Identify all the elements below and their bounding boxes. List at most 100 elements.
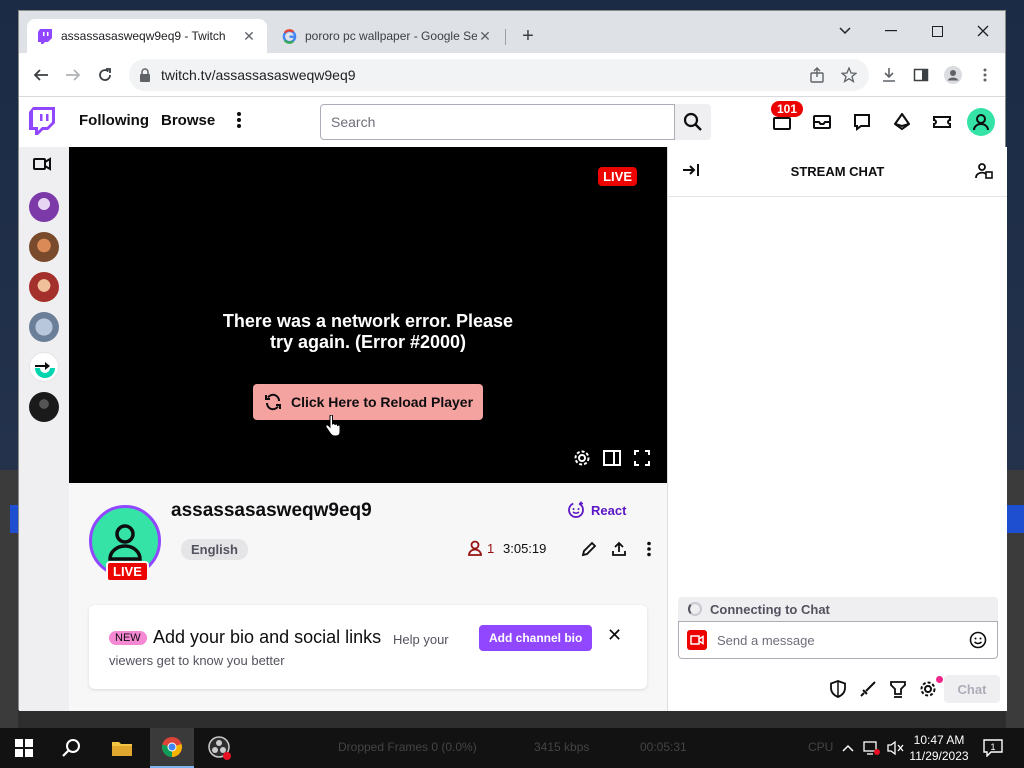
obs-cpu-label: CPU xyxy=(808,740,834,754)
network-icon[interactable] xyxy=(862,738,882,758)
settings-gear-icon[interactable] xyxy=(571,447,593,469)
bits-icon[interactable] xyxy=(891,111,913,133)
tab-title: pororo pc wallpaper - Google Se xyxy=(305,29,477,43)
browser-menu-icon[interactable] xyxy=(973,63,997,87)
bio-card-heading: Add your bio and social links xyxy=(153,627,382,647)
player-error-message: There was a network error. Please try ag… xyxy=(69,311,667,353)
refresh-icon xyxy=(264,393,281,411)
whispers-icon[interactable] xyxy=(851,111,873,133)
viewer-count-value: 1 xyxy=(487,540,495,556)
channel-name[interactable]: assassasasweqw9eq9 xyxy=(171,500,372,522)
lock-icon xyxy=(140,68,150,82)
background-app-toolbar xyxy=(18,710,1006,728)
minimize-button[interactable] xyxy=(869,17,913,45)
followed-channel-avatar[interactable] xyxy=(29,192,59,222)
reload-player-button[interactable]: Click Here to Reload Player xyxy=(253,384,483,420)
browse-link[interactable]: Browse xyxy=(161,112,215,129)
twitch-favicon-icon xyxy=(37,28,53,44)
more-menu-icon[interactable] xyxy=(237,111,241,134)
download-icon[interactable] xyxy=(877,63,901,87)
background-window-right xyxy=(1006,470,1024,730)
theatre-mode-icon[interactable] xyxy=(601,447,623,469)
followed-channel-avatar[interactable] xyxy=(29,392,59,422)
profile-icon[interactable] xyxy=(941,63,965,87)
turbo-icon[interactable] xyxy=(931,111,953,133)
taskbar-search-icon[interactable] xyxy=(50,728,94,768)
search-icon xyxy=(683,112,702,131)
followed-channel-avatar[interactable] xyxy=(29,272,59,302)
followed-channel-avatar[interactable] xyxy=(29,312,59,342)
tab-separator xyxy=(505,29,506,45)
mod-shield-icon[interactable] xyxy=(828,679,848,699)
google-favicon-icon xyxy=(281,28,297,44)
volume-muted-icon[interactable] xyxy=(886,738,906,758)
chat-settings-gear-icon[interactable] xyxy=(918,679,938,699)
reload-label: Click Here to Reload Player xyxy=(290,394,474,410)
system-clock[interactable]: 10:47 AM 11/29/2023 xyxy=(906,732,972,764)
notification-count: 1 xyxy=(990,742,995,752)
settings-notification-dot xyxy=(936,676,943,683)
fullscreen-icon[interactable] xyxy=(631,447,653,469)
new-badge: NEW xyxy=(109,631,147,645)
side-panel-icon[interactable] xyxy=(909,63,933,87)
chrome-taskbar-icon[interactable] xyxy=(150,728,194,768)
inbox-icon[interactable] xyxy=(811,111,833,133)
add-channel-bio-button[interactable]: Add channel bio xyxy=(479,625,593,651)
tab-close-icon[interactable]: ✕ xyxy=(241,28,257,45)
twitch-top-nav: Following Browse Search 101 xyxy=(19,97,1005,147)
tray-chevron-up-icon[interactable] xyxy=(838,738,858,758)
loading-spinner-icon xyxy=(688,602,702,616)
obs-dropped-frames: Dropped Frames 0 (0.0%) xyxy=(338,740,477,754)
more-options-icon[interactable] xyxy=(639,539,659,559)
obs-taskbar-icon[interactable] xyxy=(198,728,242,768)
new-tab-button[interactable]: + xyxy=(517,25,539,48)
bookmark-star-icon[interactable] xyxy=(837,63,861,87)
maximize-button[interactable] xyxy=(915,17,959,45)
tab-google[interactable]: pororo pc wallpaper - Google Se ✕ xyxy=(271,19,503,53)
tab-search-chevron-icon[interactable] xyxy=(823,17,867,45)
search-button[interactable] xyxy=(675,104,711,140)
video-player[interactable]: LIVE There was a network error. Please t… xyxy=(69,147,667,483)
chat-placeholder: Send a message xyxy=(717,632,815,648)
emote-picker-icon[interactable] xyxy=(969,631,987,652)
back-button[interactable] xyxy=(29,63,53,87)
edit-pencil-icon[interactable] xyxy=(579,539,599,559)
add-bio-card: NEW Add your bio and social links Help y… xyxy=(89,605,647,689)
tab-close-icon[interactable]: ✕ xyxy=(477,28,493,45)
reload-icon[interactable] xyxy=(93,63,117,87)
action-center-icon[interactable]: 1 xyxy=(982,737,1004,759)
chat-message-input[interactable]: Send a message xyxy=(678,621,998,659)
file-explorer-icon[interactable] xyxy=(100,728,144,768)
forward-button[interactable] xyxy=(61,63,85,87)
community-users-icon[interactable] xyxy=(975,162,993,185)
mod-sword-icon[interactable] xyxy=(858,679,878,699)
browser-window: assassasasweqw9eq9 - Twitch ✕ pororo pc … xyxy=(18,10,1007,711)
live-indicator: LIVE xyxy=(598,167,637,186)
followed-channel-avatar[interactable] xyxy=(29,232,59,262)
stream-chat-panel: STREAM CHAT Connecting to Chat Send a me… xyxy=(667,147,1007,711)
user-avatar[interactable] xyxy=(967,108,995,136)
windows-taskbar: Dropped Frames 0 (0.0%) 3415 kbps 00:05:… xyxy=(0,728,1024,768)
prediction-trophy-icon[interactable] xyxy=(888,679,908,699)
search-input[interactable]: Search xyxy=(320,104,675,140)
share-icon[interactable] xyxy=(805,63,829,87)
address-bar[interactable]: twitch.tv/assassasasweqw9eq9 xyxy=(129,59,869,91)
video-camera-red-icon[interactable] xyxy=(687,630,707,650)
video-camera-icon[interactable] xyxy=(33,157,55,179)
notification-count-badge: 101 xyxy=(771,101,804,117)
tab-twitch[interactable]: assassasasweqw9eq9 - Twitch ✕ xyxy=(27,19,267,53)
connecting-label: Connecting to Chat xyxy=(710,601,830,617)
clock-date: 11/29/2023 xyxy=(909,749,969,763)
close-icon[interactable]: ✕ xyxy=(607,625,622,646)
language-tag[interactable]: English xyxy=(181,539,248,560)
chat-send-button[interactable]: Chat xyxy=(944,675,1000,703)
share-upload-icon[interactable] xyxy=(609,539,629,559)
windows-start-icon[interactable] xyxy=(2,728,46,768)
react-button[interactable]: React xyxy=(567,501,626,519)
tab-strip: assassasasweqw9eq9 - Twitch ✕ pororo pc … xyxy=(19,11,1005,53)
following-link[interactable]: Following xyxy=(79,112,149,129)
twitch-logo-icon[interactable] xyxy=(29,107,57,137)
followed-channel-avatar[interactable] xyxy=(29,352,59,382)
viewer-count: 1 xyxy=(467,540,494,556)
close-window-button[interactable] xyxy=(961,17,1005,45)
